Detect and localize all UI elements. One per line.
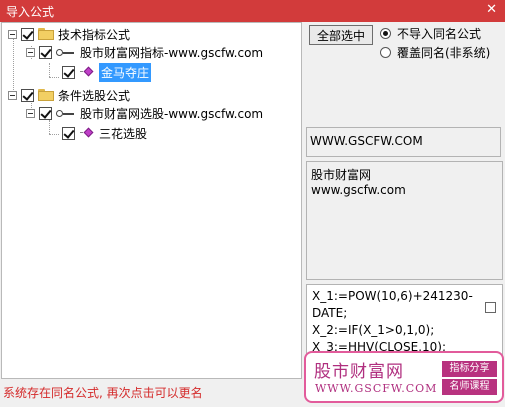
code-line: X_2:=IF(X_1>0,1,0); (312, 323, 435, 337)
gem-icon (79, 127, 95, 139)
url-field: WWW.GSCFW.COM (306, 127, 501, 157)
url-text: WWW.GSCFW.COM (310, 134, 423, 148)
watermark-url: WWW.GSCFW.COM (315, 382, 438, 395)
description-line: 股市财富网 (311, 168, 372, 182)
tree-item-screening-package[interactable]: 股市财富网选股-www.gscfw.com (26, 104, 263, 122)
tree-item-label: 条件选股公式 (58, 88, 131, 103)
tree-checkbox[interactable] (39, 106, 52, 120)
code-line: X_1:=POW(10,6)+241230- (312, 289, 473, 303)
tree-item-technical-formulas[interactable]: 技术指标公式 (8, 25, 130, 43)
formula-tree: 技术指标公式 股市财富网指标-www.gscfw.com 金马夺庄 条件选股公式… (1, 22, 302, 379)
tree-checkbox[interactable] (62, 65, 75, 79)
radio-button[interactable] (380, 27, 391, 39)
tree-connector (49, 63, 50, 77)
tree-checkbox[interactable] (62, 126, 75, 140)
radio-label: 覆盖同名(非系统) (397, 45, 491, 60)
watermark-badge: 指标分享 (442, 361, 497, 377)
tree-connector (49, 120, 50, 134)
select-all-button[interactable]: 全部选中 (309, 25, 373, 45)
description-box: 股市财富网 www.gscfw.com (306, 161, 503, 280)
description-line: www.gscfw.com (311, 183, 406, 197)
collapse-icon[interactable] (26, 108, 35, 118)
tree-item-screening-formulas[interactable]: 条件选股公式 (8, 86, 130, 104)
code-line: DATE; (312, 306, 348, 320)
radio-button[interactable] (380, 46, 391, 58)
radio-overwrite-duplicates[interactable]: 覆盖同名(非系统) (380, 44, 490, 60)
tree-item-jinma-duozhuang[interactable]: 金马夺庄 (62, 62, 152, 82)
status-message: 系统存在同名公式, 再次点击可以更名 (3, 386, 203, 400)
collapse-icon[interactable] (8, 29, 17, 39)
collapse-icon[interactable] (26, 47, 35, 57)
tree-item-indicator-package[interactable]: 股市财富网指标-www.gscfw.com (26, 43, 263, 61)
tree-checkbox[interactable] (21, 27, 34, 41)
collapse-icon[interactable] (8, 90, 17, 100)
window-title: 导入公式 (6, 5, 55, 19)
tree-item-sanhua-xuangu[interactable]: 三花选股 (62, 124, 147, 142)
tree-checkbox[interactable] (39, 45, 52, 59)
tree-item-label: 股市财富网指标-www.gscfw.com (80, 45, 264, 60)
watermark-badge: 名师课程 (442, 379, 497, 395)
folder-icon (38, 28, 54, 40)
gem-icon (79, 66, 95, 78)
tree-item-label: 技术指标公式 (58, 27, 131, 42)
watermark-logo: 股市财富网 WWW.GSCFW.COM 指标分享 名师课程 (304, 351, 504, 403)
tree-checkbox[interactable] (21, 88, 34, 102)
tree-connector (49, 77, 59, 78)
radio-skip-duplicates[interactable]: 不导入同名公式 (380, 25, 481, 41)
folder-icon (38, 89, 54, 101)
tree-item-label: 三花选股 (99, 126, 148, 141)
key-icon (56, 46, 76, 58)
tree-connector (49, 134, 59, 135)
tree-item-label: 股市财富网选股-www.gscfw.com (80, 106, 264, 121)
tree-item-label: 金马夺庄 (99, 62, 152, 82)
close-icon[interactable]: ✕ (486, 2, 497, 17)
code-checkbox[interactable] (485, 302, 496, 313)
watermark-name: 股市财富网 (314, 362, 404, 382)
radio-label: 不导入同名公式 (397, 26, 482, 41)
title-bar: 导入公式 ✕ (0, 0, 505, 22)
key-icon (56, 107, 76, 119)
